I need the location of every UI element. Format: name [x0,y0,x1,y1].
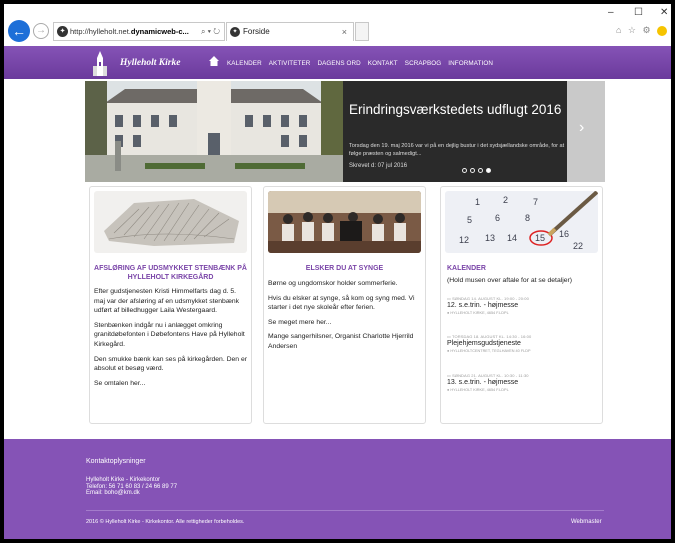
footer-line: Telefon: 56 71 60 83 / 24 66 89 77 [86,483,178,490]
slider-next-button[interactable]: › [567,81,605,182]
menu-item-aktiviteter[interactable]: AKTIVITETER [269,60,311,67]
hero-date: Skrevet d: 07 jul 2016 [349,163,408,169]
card-paragraph: Stenbænken indgår nu i anlægget omkring … [94,321,245,348]
hero-slider[interactable]: Erindringsværkstedets udflugt 2016 Torsd… [85,81,605,182]
forward-button[interactable]: → [33,23,49,39]
svg-text:6: 6 [495,213,500,223]
news-card-kor: ELSKER DU AT SYNGE Børne og ungdomskor h… [263,186,426,424]
event-title[interactable]: 12. s.e.trin. - højmesse [447,301,597,311]
card-paragraph: Børne og ungdomskor holder sommerferie. [268,280,398,287]
svg-text:16: 16 [559,229,569,239]
footer-heading: Kontaktoplysninger [86,458,146,465]
choir-image [268,191,421,253]
calendar-event[interactable]: ▭ SØNDAG 14. AUGUST KL. 19:00 - 20:00 12… [447,296,597,315]
browser-window: ← → ✦ http://hylleholt.net.dynamicweb-c.… [4,4,671,539]
site-logo-text[interactable]: Hylleholt Kirke [120,58,180,68]
footer-email[interactable]: Email: boho@km.dk [86,490,177,497]
svg-text:13: 13 [485,233,495,243]
card-title[interactable]: ELSKER DU AT SYNGE [268,265,421,274]
minimize-button[interactable]: – [608,7,614,18]
page-content: Erindringsværkstedets udflugt 2016 Torsd… [4,79,671,439]
home-star-gear-icons[interactable]: ⌂ ☆ ⚙ [616,25,653,35]
browser-tab[interactable]: ✦ Forside × [226,22,354,41]
smiley-icon[interactable] [657,25,668,36]
svg-text:14: 14 [507,233,517,243]
calendar-title[interactable]: KALENDER [447,265,486,272]
slider-dot-active[interactable] [486,168,491,173]
arrow-right-icon: → [36,25,46,36]
toolbar-icons[interactable]: ⌂ ☆ ⚙ [616,25,668,36]
site-footer: Kontaktoplysninger Hylleholt Kirke - Kir… [4,439,671,539]
hero-title[interactable]: Erindringsværkstedets udflugt 2016 [349,100,579,119]
card-paragraph: Efter gudstjenesten Kristi Himmelfarts d… [94,288,240,315]
menu-item-information[interactable]: INFORMATION [448,60,493,67]
footer-contact: Hylleholt Kirke - Kirkekontor Telefon: 5… [86,477,177,497]
site-navbar: Hylleholt Kirke KALENDER AKTIVITETER DAG… [4,46,671,79]
event-place: ● HYLLEHOLT KIRKE, 4654 F.LDPL [447,388,509,392]
calendar-card: 127 568 12 13 14 15 16 22 KALENDER (Hold muse… [440,186,603,424]
card-body: Børne og ungdomskor holder sommerferie. … [268,279,421,357]
slider-dot[interactable] [462,168,467,173]
close-window-button[interactable]: ✕ [660,7,668,18]
event-place: ● HYLLEHOLTCENTRET, TEGLHAVEN 40 FLDP [447,349,531,353]
site-icon: ✦ [57,26,68,37]
manor-house-image [85,81,343,182]
maximize-button[interactable]: ☐ [634,7,643,18]
hero-description: Torsdag den 19. maj 2016 var vi på en de… [349,143,565,157]
home-icon[interactable] [209,56,219,66]
menu-item-dagens-ord[interactable]: DAGENS ORD [317,60,360,67]
svg-text:8: 8 [525,213,530,223]
browser-chrome: ← → ✦ http://hylleholt.net.dynamicweb-c.… [4,4,671,46]
footer-line: Hylleholt Kirke - Kirkekontor [86,477,161,483]
svg-text:15: 15 [535,233,545,243]
arrow-left-icon: ← [12,23,26,39]
stone-bench-image [94,191,247,253]
tab-title: Forside [243,27,270,36]
church-logo-icon[interactable] [92,50,108,76]
calendar-event[interactable]: ▭ SØNDAG 21. AUGUST KL. 10:30 - 11:30 13… [447,373,597,392]
address-bar[interactable]: ✦ http://hylleholt.net.dynamicweb-c... ⌕… [53,22,225,41]
card-paragraph: Mange sangerhilsner, Organist Charlotte … [268,333,414,350]
site-icon: ✦ [230,27,240,37]
calendar-subtitle: (Hold musen over aftale for at se detalj… [447,277,573,284]
slider-dot[interactable] [478,168,483,173]
card-title[interactable]: AFSLØRING AF UDSMYKKET STENBÆNK PÅ HYLLE… [94,265,247,282]
read-more-link[interactable]: Se meget mere her... [268,318,421,328]
svg-text:1: 1 [475,197,480,207]
svg-text:2: 2 [503,195,508,205]
read-more-link[interactable]: Se omtalen her... [94,379,247,389]
address-host: dynamicweb-c... [130,27,189,36]
card-paragraph: Den smukke bænk kan ses på kirkegården. … [94,355,248,373]
address-tools[interactable]: ⌕ ▾ ↻ [198,23,220,40]
slider-dot[interactable] [470,168,475,173]
calendar-event[interactable]: ▭ TORSDAG 18. AUGUST KL. 14:30 - 16:00 P… [447,334,597,353]
tab-close-icon[interactable]: × [342,23,347,41]
news-card-stenbaenk: AFSLØRING AF UDSMYKKET STENBÆNK PÅ HYLLE… [89,186,252,424]
calendar-image: 127 568 12 13 14 15 1622 [445,191,598,253]
back-button[interactable]: ← [8,20,30,42]
hero-caption: Erindringsværkstedets udflugt 2016 Torsd… [349,81,587,182]
address-prefix: http://hylleholt.net. [70,27,131,36]
slider-dots [462,168,491,173]
menu-item-kalender[interactable]: KALENDER [227,60,262,67]
event-place: ● HYLLEHOLT KIRKE, 4654 F.LDPL [447,311,509,315]
menu-item-scrapbog[interactable]: SCRAPBOG [405,60,442,67]
main-menu: KALENDER AKTIVITETER DAGENS ORD KONTAKT … [227,60,493,67]
svg-text:22: 22 [573,241,583,251]
menu-item-kontakt[interactable]: KONTAKT [368,60,398,67]
footer-copyright: 2016 © Hylleholt Kirke - Kirkekontor. Al… [86,519,245,525]
chevron-right-icon: › [579,119,585,136]
svg-text:7: 7 [533,197,538,207]
svg-text:12: 12 [459,235,469,245]
footer-divider [86,510,604,511]
webmaster-link[interactable]: Webmaster [571,519,602,525]
event-title[interactable]: Plejehjemsgudstjeneste [447,339,597,349]
card-paragraph: Hvis du elsker at synge, så kom og syng … [268,294,415,312]
new-tab-button[interactable] [355,22,369,41]
svg-text:5: 5 [467,215,472,225]
event-title[interactable]: 13. s.e.trin. - højmesse [447,378,597,388]
card-body: Efter gudstjenesten Kristi Himmelfarts d… [94,287,247,393]
